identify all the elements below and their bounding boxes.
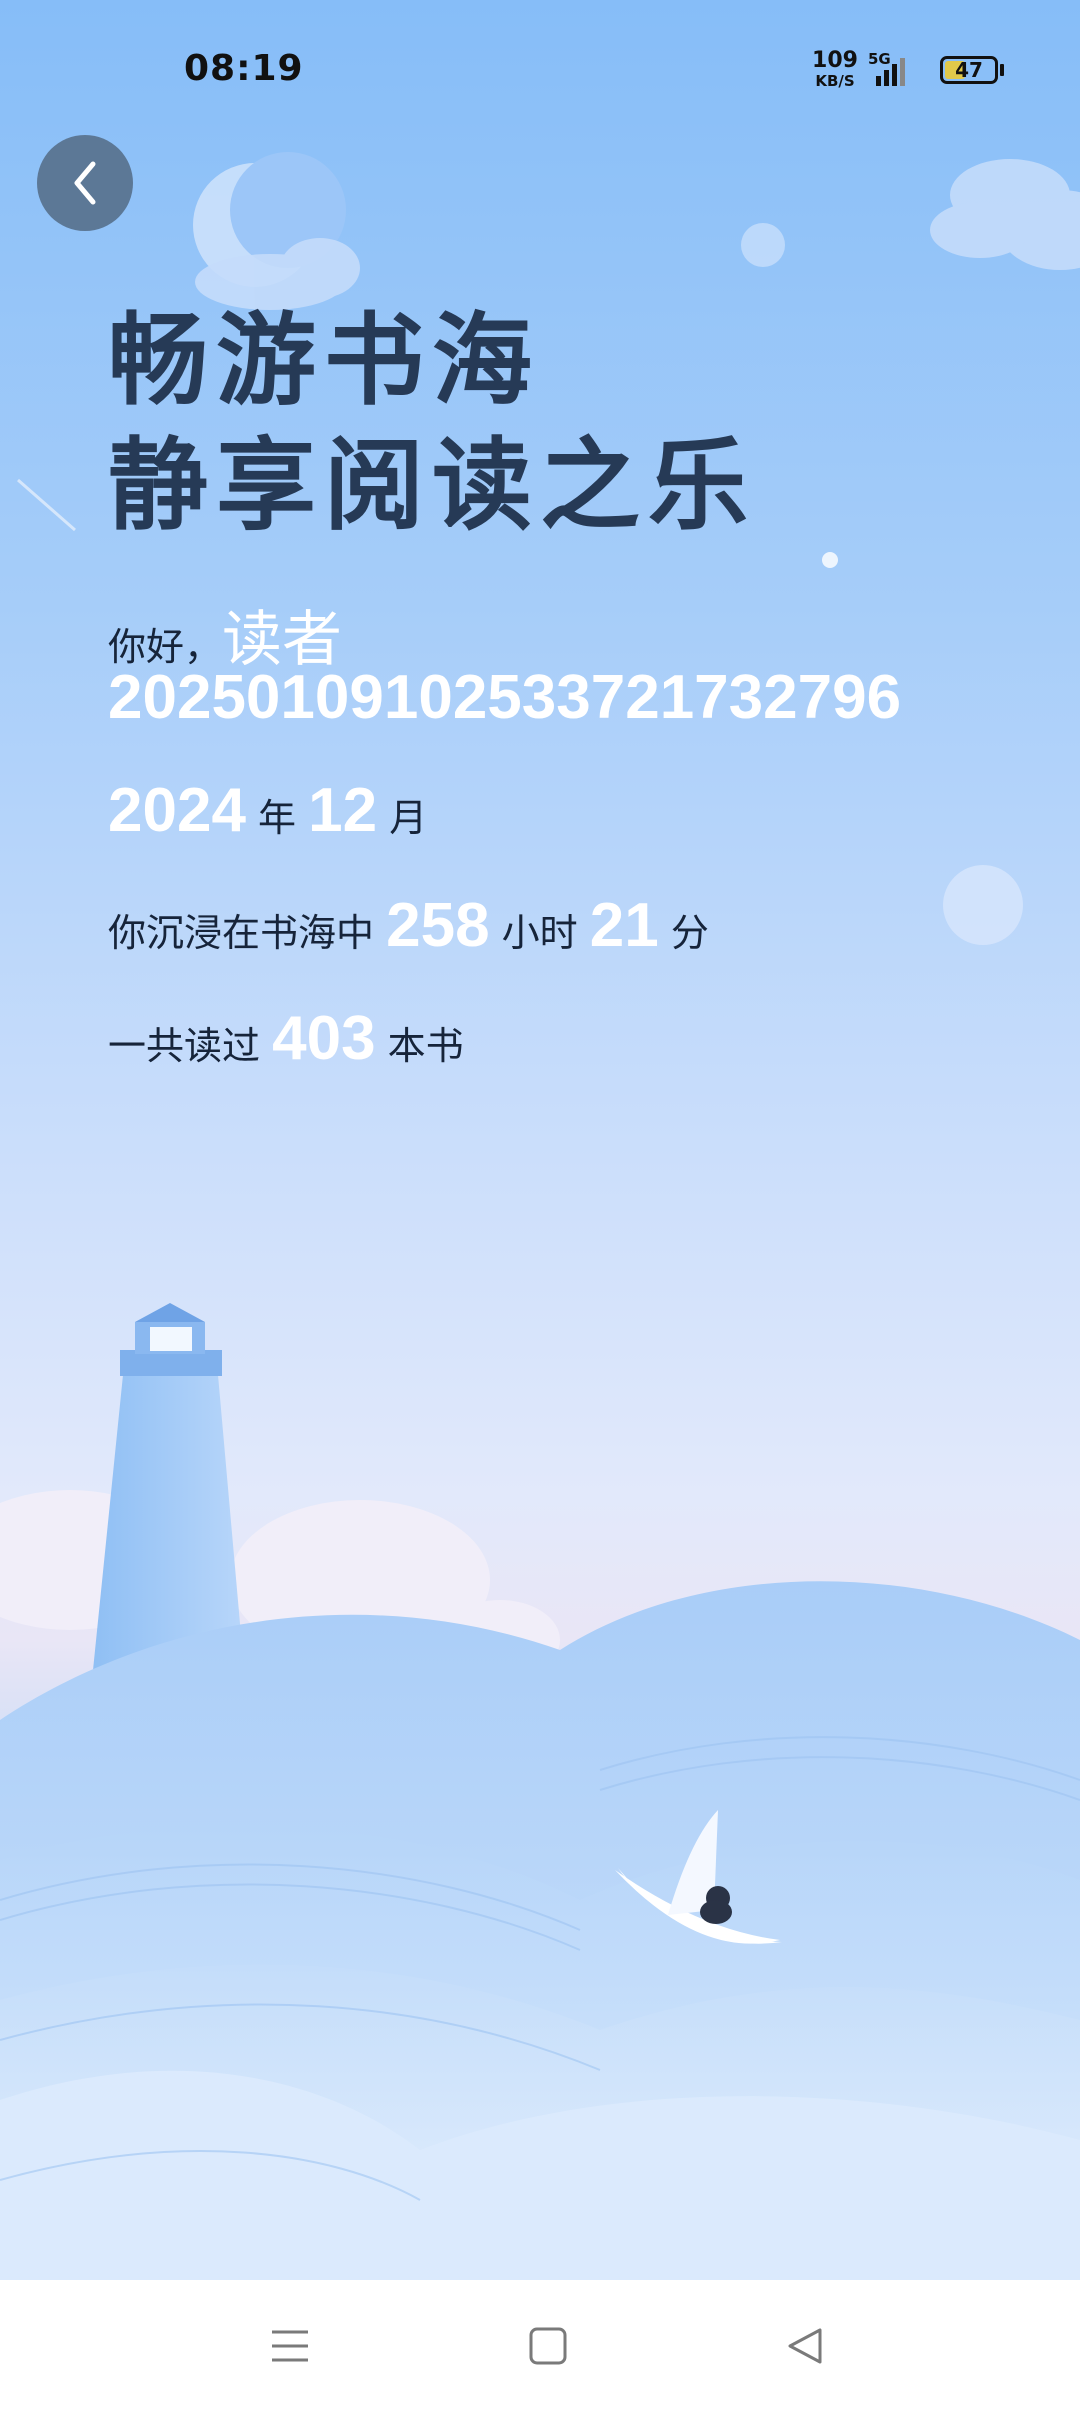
bubble-icon: [943, 865, 1023, 945]
reading-time: 你沉浸在书海中 258 小时 21 分: [108, 895, 709, 957]
network-type: 5G: [868, 50, 891, 68]
status-time: 08:19: [184, 48, 304, 89]
reader-id: 20250109102533721732796: [108, 663, 902, 732]
back-icon: [788, 2328, 822, 2364]
reading-hours: 258: [386, 891, 490, 960]
star-icon: [822, 552, 838, 568]
boat-icon: [615, 1810, 782, 1944]
status-bar: 08:19 109 KB/S 5G 47: [0, 0, 1080, 140]
cloud-icon: [0, 1490, 560, 1680]
books-prefix: 一共读过: [108, 1024, 261, 1068]
hours-unit: 小时: [501, 911, 578, 955]
report-month: 12: [308, 776, 378, 845]
moon-icon: [193, 152, 346, 287]
report-year: 2024: [108, 776, 246, 845]
books-read: 一共读过 403 本书: [108, 1008, 464, 1070]
back-button[interactable]: [37, 135, 133, 231]
reading-minutes: 21: [589, 891, 659, 960]
wave-mid: [0, 1825, 1080, 2280]
signal-icon: 5G: [866, 50, 926, 90]
network-speed: 109 KB/S: [812, 50, 858, 89]
system-back-button[interactable]: [770, 2310, 842, 2382]
wave-front: [0, 2070, 1080, 2280]
books-unit: 本书: [387, 1024, 464, 1068]
wave-back: [0, 1581, 1080, 2280]
report-date: 2024 年 12 月: [108, 780, 427, 842]
menu-icon: [272, 2330, 308, 2362]
headline-line-2: 静享阅读之乐: [108, 426, 756, 544]
books-count: 403: [272, 1004, 376, 1073]
recent-apps-button[interactable]: [254, 2310, 326, 2382]
chevron-left-icon: [74, 161, 96, 205]
shooting-star-icon: [17, 478, 76, 532]
lighthouse-icon: [92, 1303, 245, 1680]
wave-mid2: [0, 1964, 1080, 2280]
battery-level: 47: [955, 58, 983, 82]
battery-cap: [1000, 64, 1004, 76]
home-button[interactable]: [512, 2310, 584, 2382]
minutes-unit: 分: [670, 911, 709, 955]
bubble-icon: [741, 223, 785, 267]
cloud-icon: [195, 159, 1080, 310]
reading-time-prefix: 你沉浸在书海中: [108, 911, 375, 955]
network-speed-unit: KB/S: [815, 72, 855, 90]
network-speed-value: 109: [812, 48, 858, 73]
battery-icon: 47: [940, 56, 998, 84]
headline-line-1: 畅游书海: [108, 301, 540, 419]
wave-lines: [0, 1736, 1080, 2201]
greeting: 你好，读者: [108, 610, 342, 670]
year-unit: 年: [258, 796, 297, 840]
home-icon: [529, 2327, 567, 2365]
month-unit: 月: [389, 796, 428, 840]
navigation-bar: [0, 2280, 1080, 2412]
